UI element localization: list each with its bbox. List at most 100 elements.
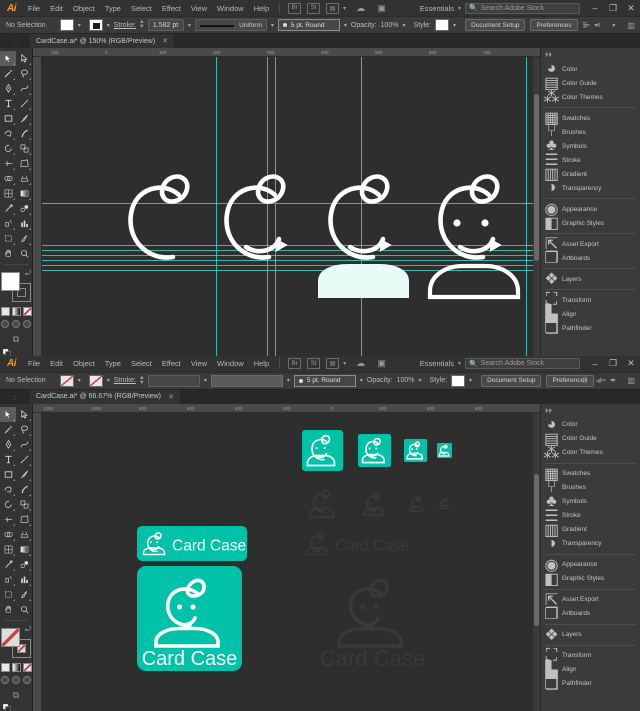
- none-mode-button[interactable]: [22, 307, 32, 316]
- menu-select[interactable]: Select: [126, 4, 157, 13]
- panel-graphic-styles[interactable]: ◧ Graphic Styles: [541, 215, 640, 232]
- canvas-area-2[interactable]: 1200 1000 800 600 400 200 0 200 400 600: [33, 403, 540, 711]
- arrange-objects-icon[interactable]: ⫷: [596, 20, 601, 30]
- scale-tool[interactable]: [16, 141, 32, 156]
- canvas-area-1[interactable]: 100 0 100 200 300 400 500 600 700: [33, 48, 540, 356]
- library-icon[interactable]: ▣: [374, 3, 389, 14]
- stroke-stepper[interactable]: ▲ ▼: [136, 19, 148, 30]
- selection-tool[interactable]: [0, 51, 16, 66]
- menu-view[interactable]: View: [186, 4, 212, 13]
- stroke-weight-input[interactable]: 1.582 pt: [147, 19, 184, 31]
- icon-size-xl[interactable]: [302, 429, 343, 476]
- paintbrush-tool[interactable]: [16, 111, 32, 126]
- arrange-objects-icon[interactable]: ⫷: [596, 376, 601, 386]
- arrange-objects-chevron-down-icon[interactable]: ▾: [608, 22, 619, 29]
- stacked-lockup-dark[interactable]: Card Case: [300, 566, 445, 676]
- horizontal-lockup-teal[interactable]: Card Case: [137, 525, 247, 566]
- workspace-switcher[interactable]: Essentials: [420, 4, 457, 13]
- close-icon[interactable]: ✕: [622, 358, 640, 369]
- shape-builder-tool[interactable]: [0, 171, 16, 186]
- stock-search-input[interactable]: 🔍 Search Adobe Stock: [465, 358, 580, 369]
- stroke-weight-label[interactable]: Stroke:: [114, 22, 136, 29]
- blend-tool[interactable]: [16, 557, 32, 572]
- minimize-icon[interactable]: –: [586, 3, 604, 13]
- icon-outline-s[interactable]: [438, 497, 451, 515]
- eyedropper-tool[interactable]: [0, 201, 16, 216]
- magic-wand-tool[interactable]: [0, 66, 16, 81]
- menu-effect[interactable]: Effect: [157, 359, 186, 368]
- panel-pathfinder[interactable]: ❏ Pathfinder: [541, 676, 640, 693]
- rotate-tool[interactable]: [0, 141, 16, 156]
- stroke-color-swatch[interactable]: [88, 19, 103, 31]
- arrange-objects-chevron-down-icon[interactable]: ▾: [608, 377, 619, 384]
- bridge-icon[interactable]: Br: [288, 358, 302, 369]
- opacity-chevron-down-icon[interactable]: ▾: [399, 22, 410, 29]
- swap-fill-stroke-icon[interactable]: ⤾: [25, 270, 31, 278]
- graphic-style-swatch[interactable]: [435, 19, 450, 31]
- artboard-tool[interactable]: [0, 231, 16, 246]
- gradient-tool[interactable]: [16, 542, 32, 557]
- icon-outline-l[interactable]: [360, 490, 389, 524]
- gradient-mode-button[interactable]: [11, 662, 21, 672]
- toolbox-fill-swatch[interactable]: [1, 627, 20, 647]
- stroke-profile-select[interactable]: [210, 374, 283, 387]
- sync-settings-icon[interactable]: ☁: [353, 3, 368, 14]
- tab-close-icon[interactable]: ✕: [162, 37, 168, 45]
- toolbox-fill-swatch[interactable]: [1, 272, 20, 291]
- mesh-tool[interactable]: [0, 186, 16, 201]
- shaper-tool[interactable]: [0, 482, 16, 497]
- column-graph-tool[interactable]: [16, 216, 32, 231]
- transform-grid-icon[interactable]: ⠿: [582, 21, 588, 30]
- icon-size-l[interactable]: [358, 433, 391, 472]
- free-transform-tool[interactable]: [16, 156, 32, 171]
- menu-window[interactable]: Window: [212, 4, 249, 13]
- library-icon[interactable]: ▣: [374, 358, 389, 369]
- profile-chevron-down-icon[interactable]: ▾: [283, 377, 294, 384]
- artboard-1[interactable]: [42, 57, 540, 356]
- preferences-button[interactable]: Preferences: [530, 19, 578, 31]
- arrange-documents-icon[interactable]: ▤: [326, 2, 340, 14]
- artboard-2[interactable]: Card Case Card Case Card Case Card Case: [42, 412, 540, 711]
- width-tool[interactable]: [0, 156, 16, 171]
- opacity-chevron-down-icon[interactable]: ▾: [415, 377, 426, 384]
- line-segment-tool[interactable]: [16, 96, 32, 111]
- draw-behind-button[interactable]: [12, 320, 20, 328]
- panel-transparency[interactable]: ◑ Transparency: [541, 535, 640, 552]
- menu-object[interactable]: Object: [68, 4, 100, 13]
- menu-file[interactable]: File: [23, 359, 45, 368]
- tab-drag-handle[interactable]: ⁚⁚: [0, 395, 30, 404]
- pen-tool[interactable]: [0, 81, 16, 96]
- stock-search-input[interactable]: 🔍 Search Adobe Stock: [465, 2, 580, 14]
- zoom-tool[interactable]: [16, 602, 32, 617]
- style-chevron-down-icon[interactable]: ▾: [449, 22, 460, 29]
- restore-icon[interactable]: ❐: [604, 3, 622, 14]
- menu-effect[interactable]: Effect: [157, 4, 186, 13]
- hand-tool[interactable]: [0, 602, 16, 617]
- scrollbar-thumb[interactable]: [534, 93, 539, 262]
- paintbrush-tool[interactable]: [16, 467, 32, 482]
- change-screen-mode-icon[interactable]: ⧉: [13, 334, 19, 345]
- icon-size-m[interactable]: [404, 438, 427, 467]
- arrange-documents-icon[interactable]: ▤: [326, 358, 340, 369]
- menu-select[interactable]: Select: [126, 359, 157, 368]
- tab-drag-handle[interactable]: ⁚⁚: [0, 39, 30, 48]
- style-chevron-down-icon[interactable]: ▾: [465, 377, 476, 384]
- hand-tool[interactable]: [0, 246, 16, 261]
- menu-file[interactable]: File: [23, 4, 45, 13]
- icon-size-s[interactable]: [437, 442, 452, 463]
- panel-options-icon[interactable]: ▥: [627, 21, 635, 30]
- panel-artboards[interactable]: ❐ Artboards: [541, 250, 640, 267]
- brush-chevron-down-icon[interactable]: ▾: [340, 22, 351, 29]
- stroke-color-swatch[interactable]: [88, 374, 103, 387]
- fill-color-swatch[interactable]: [59, 19, 74, 31]
- column-graph-tool[interactable]: [16, 572, 32, 587]
- horizontal-lockup-dark[interactable]: Card Case: [300, 526, 430, 566]
- selection-tool[interactable]: [0, 406, 16, 422]
- menu-help[interactable]: Help: [249, 4, 274, 13]
- restore-icon[interactable]: ❐: [604, 358, 622, 369]
- symbol-sprayer-tool[interactable]: [0, 216, 16, 231]
- opacity-value[interactable]: 100%: [393, 377, 415, 384]
- slice-tool[interactable]: [16, 231, 32, 246]
- brush-chevron-down-icon[interactable]: ▾: [356, 377, 367, 384]
- menu-object[interactable]: Object: [68, 359, 100, 368]
